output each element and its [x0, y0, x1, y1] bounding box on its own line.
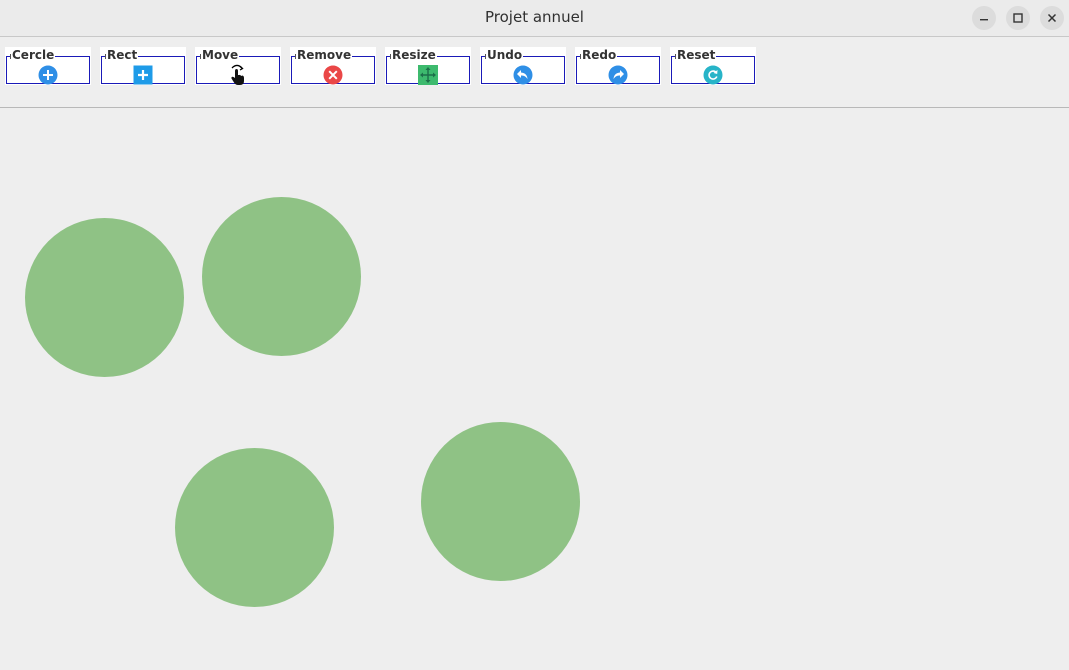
title-bar[interactable]: Projet annuel — [0, 0, 1069, 37]
redo-button[interactable]: Redo — [575, 47, 661, 85]
resize-arrows-icon — [418, 65, 438, 85]
maximize-icon — [1013, 13, 1023, 23]
minimize-button[interactable] — [972, 6, 996, 30]
remove-label: Remove — [296, 48, 353, 62]
app-window: Projet annuel Cercle Rect Move Remove Re… — [0, 0, 1069, 670]
move-label: Move — [201, 48, 240, 62]
reset-label: Reset — [676, 48, 717, 62]
minimize-icon — [980, 19, 988, 21]
circle-shape[interactable] — [25, 218, 184, 377]
reset-button[interactable]: Reset — [670, 47, 756, 85]
undo-label: Undo — [486, 48, 524, 62]
move-button[interactable]: Move — [195, 47, 281, 85]
maximize-button[interactable] — [1006, 6, 1030, 30]
rect-button[interactable]: Rect — [100, 47, 186, 85]
remove-icon — [323, 65, 343, 85]
redo-label: Redo — [581, 48, 618, 62]
window-title: Projet annuel — [485, 8, 584, 26]
circle-shape[interactable] — [202, 197, 361, 356]
toolbar: Cercle Rect Move Remove Resize Undo Redo… — [0, 37, 1069, 108]
close-button[interactable] — [1040, 6, 1064, 30]
add-circle-icon — [38, 65, 58, 85]
drawing-canvas[interactable] — [0, 108, 1069, 670]
cercle-label: Cercle — [11, 48, 56, 62]
close-icon — [1047, 13, 1057, 23]
redo-icon — [608, 65, 628, 85]
reset-icon — [703, 65, 723, 85]
resize-label: Resize — [391, 48, 437, 62]
undo-button[interactable]: Undo — [480, 47, 566, 85]
cercle-button[interactable]: Cercle — [5, 47, 91, 85]
remove-button[interactable]: Remove — [290, 47, 376, 85]
circle-shape[interactable] — [421, 422, 580, 581]
hand-pointer-icon — [228, 64, 248, 85]
add-square-icon — [133, 65, 153, 85]
rect-label: Rect — [106, 48, 139, 62]
undo-icon — [513, 65, 533, 85]
circle-shape[interactable] — [175, 448, 334, 607]
resize-button[interactable]: Resize — [385, 47, 471, 85]
